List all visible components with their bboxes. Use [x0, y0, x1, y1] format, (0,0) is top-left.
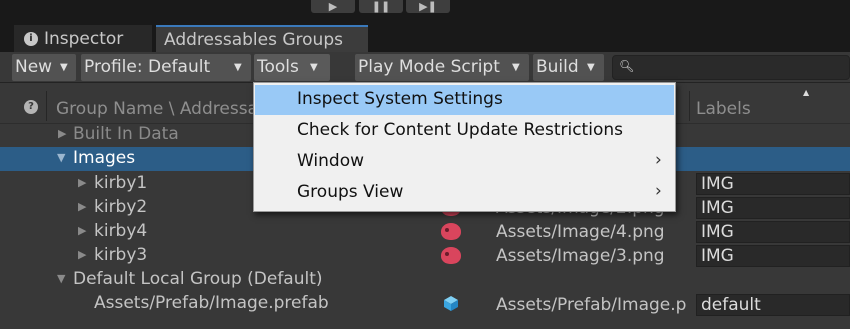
menu-item-label: Inspect System Settings: [297, 89, 503, 109]
tab-label: Inspector: [44, 29, 124, 49]
entry-label[interactable]: IMG: [696, 245, 850, 267]
build-label: Build: [536, 57, 579, 77]
expand-arrow-icon[interactable]: ▶: [78, 176, 86, 189]
entry-name: kirby2: [94, 197, 148, 217]
addressables-toolbar: New ▼ Profile: Default ▼ Tools ▼ Play Mo…: [0, 52, 850, 83]
sprite-thumbnail-icon: [441, 223, 461, 240]
menu-item-check-content-update[interactable]: Check for Content Update Restrictions: [255, 116, 674, 146]
play-mode-script-dropdown[interactable]: Play Mode Script ▼: [355, 54, 529, 81]
profile-dropdown[interactable]: Profile: Default ▼: [81, 54, 251, 81]
entry-label[interactable]: IMG: [696, 173, 850, 195]
menu-item-label: Check for Content Update Restrictions: [297, 120, 623, 140]
collapse-arrow-icon[interactable]: ▼: [57, 272, 65, 285]
menu-item-label: Groups View: [297, 182, 404, 202]
dropdown-arrow-icon: ▼: [512, 62, 520, 73]
play-mode-script-label: Play Mode Script: [358, 57, 500, 77]
column-divider[interactable]: [46, 91, 47, 121]
play-icon: ▶: [328, 0, 338, 13]
entry-path: Assets/Image/3.png: [496, 246, 665, 266]
entry-name: kirby4: [94, 221, 148, 241]
expand-arrow-icon[interactable]: ▶: [58, 127, 66, 140]
labels-column-header[interactable]: Labels: [696, 99, 751, 119]
step-icon: ▶❚: [419, 0, 437, 13]
submenu-arrow-icon: ›: [655, 150, 662, 170]
group-name-column-header[interactable]: Group Name \ Addressa: [56, 99, 258, 119]
build-dropdown[interactable]: Build ▼: [533, 54, 604, 81]
dropdown-arrow-icon: ▼: [234, 62, 242, 73]
entry-label[interactable]: default: [696, 294, 850, 316]
menu-item-label: Window: [297, 151, 365, 171]
group-name: Built In Data: [73, 124, 179, 144]
collapse-arrow-icon[interactable]: ▼: [57, 151, 65, 164]
step-button[interactable]: ▶❚: [406, 0, 450, 13]
entry-path: Assets/Prefab/Image.p: [496, 295, 687, 315]
tab-label: Addressables Groups: [164, 30, 343, 50]
sort-ascending-icon: ▲: [803, 88, 810, 97]
pause-button[interactable]: ❚❚: [359, 0, 403, 13]
entry-name: Assets/Prefab/Image.prefab: [94, 293, 329, 313]
help-icon[interactable]: ?: [24, 100, 38, 114]
tab-strip: i Inspector Addressables Groups: [0, 22, 850, 52]
entry-row[interactable]: ▶ kirby3 Assets/Image/3.png IMG: [0, 244, 850, 268]
menu-item-window[interactable]: Window ›: [255, 147, 674, 177]
play-toolbar: ▶ ❚❚ ▶❚: [0, 0, 850, 22]
tab-addressables-groups[interactable]: Addressables Groups: [156, 25, 368, 52]
expand-arrow-icon[interactable]: ▶: [78, 248, 86, 261]
new-dropdown[interactable]: New ▼: [12, 54, 76, 81]
dropdown-arrow-icon: ▼: [310, 62, 318, 73]
expand-arrow-icon[interactable]: ▶: [78, 200, 86, 213]
search-icon: 🔍︎: [619, 59, 635, 73]
group-name: Images: [73, 148, 136, 168]
group-row-default-local[interactable]: ▼ Default Local Group (Default): [0, 268, 850, 292]
entry-label[interactable]: IMG: [696, 197, 850, 219]
tools-menu: Inspect System Settings Check for Conten…: [253, 82, 676, 212]
submenu-arrow-icon: ›: [655, 181, 662, 201]
tools-dropdown[interactable]: Tools ▼: [254, 54, 330, 81]
pause-icon: ❚❚: [371, 0, 391, 13]
entry-name: kirby1: [94, 173, 148, 193]
entry-name: kirby3: [94, 245, 148, 265]
expand-arrow-icon[interactable]: ▶: [78, 224, 86, 237]
entry-row[interactable]: Assets/Prefab/Image.prefab Assets/Prefab…: [0, 292, 850, 316]
info-icon: i: [24, 32, 38, 46]
prefab-cube-icon: [444, 296, 458, 311]
sprite-thumbnail-icon: [441, 247, 461, 264]
column-divider[interactable]: [689, 91, 690, 121]
menu-item-groups-view[interactable]: Groups View ›: [255, 178, 674, 208]
dropdown-arrow-icon: ▼: [587, 62, 595, 73]
tab-inspector[interactable]: i Inspector: [14, 25, 152, 52]
new-label: New: [15, 57, 53, 77]
group-name: Default Local Group (Default): [73, 269, 323, 289]
entry-label[interactable]: IMG: [696, 221, 850, 243]
play-button[interactable]: ▶: [311, 0, 355, 13]
dropdown-arrow-icon: ▼: [60, 62, 68, 73]
profile-label: Profile: Default: [84, 57, 211, 77]
entry-path: Assets/Image/4.png: [496, 222, 665, 242]
entry-row[interactable]: ▶ kirby4 Assets/Image/4.png IMG: [0, 220, 850, 244]
tools-label: Tools: [257, 57, 299, 77]
menu-item-inspect-system-settings[interactable]: Inspect System Settings: [255, 85, 674, 115]
search-input[interactable]: 🔍︎: [612, 55, 850, 80]
